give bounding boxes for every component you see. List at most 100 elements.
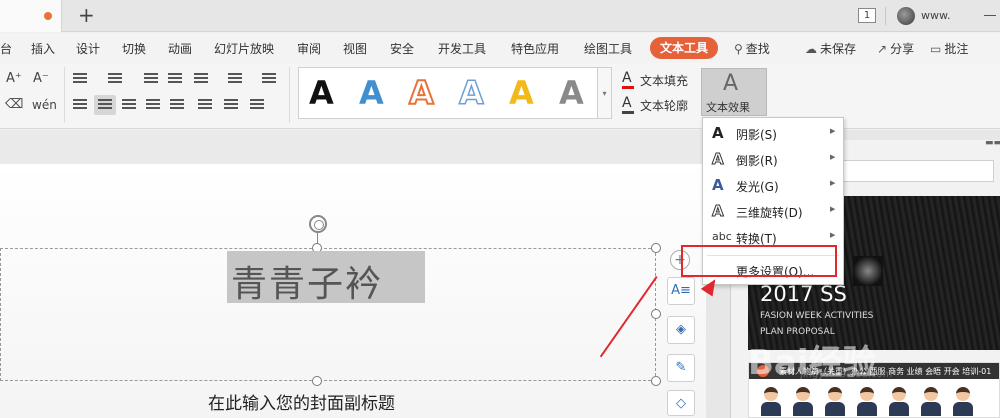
avatar[interactable] [897, 7, 915, 25]
resize-handle[interactable] [651, 309, 661, 319]
menu-item-insert[interactable]: 插入 [31, 40, 55, 57]
menu-item-slideshow[interactable]: 幻灯片放映 [214, 40, 274, 57]
menu-item-view[interactable]: 视图 [343, 40, 367, 57]
text-fill-icon[interactable]: A [622, 70, 634, 89]
menu-item-reflection[interactable]: A 倒影(R) ▶ [703, 146, 843, 172]
align-left-icon[interactable] [73, 99, 87, 111]
menu-item-drawing-tools[interactable]: 绘图工具 [584, 40, 632, 57]
resize-handle[interactable] [651, 376, 661, 386]
title-divider [885, 7, 886, 25]
search-icon: ⚲ [734, 42, 743, 56]
menu-item-glow[interactable]: A 发光(G) ▶ [703, 172, 843, 198]
text-outline-icon[interactable]: A [622, 95, 634, 114]
ribbon-toolbar: A⁺ A⁻ ⌫ wén A A A A A A ▾ A 文本填充 A 文本轮廓 [0, 63, 1000, 129]
glow-icon: A [712, 176, 724, 194]
menu-item-animation[interactable]: 动画 [168, 40, 192, 57]
text-direction-icon[interactable] [194, 73, 208, 85]
bullet-list-icon[interactable] [73, 73, 87, 85]
comment-label: 批注 [944, 42, 969, 56]
menu-bar: 台 插入 设计 切换 动画 幻灯片放映 审阅 视图 安全 开发工具 特色应用 绘… [0, 33, 1000, 63]
user-name[interactable]: www. [921, 9, 950, 22]
style-blue-a[interactable]: A [359, 74, 384, 112]
search-button[interactable]: ⚲ 查找 [734, 40, 770, 57]
phonetic-icon[interactable]: wén [32, 97, 57, 113]
text-effect-button[interactable]: A 文本效果 [701, 68, 767, 116]
menu-item-3d-rotation[interactable]: A 三维旋转(D) ▶ [703, 198, 843, 224]
menu-item-transition[interactable]: 切换 [122, 40, 146, 57]
thumbnail-subtitle: FASION WEEK ACTIVITIES [760, 311, 874, 321]
document-tab[interactable] [0, 0, 62, 32]
unsaved-button[interactable]: ☁ 未保存 [805, 40, 856, 57]
panel-collapse-icon[interactable]: ▬▬ [985, 138, 1000, 148]
person-illustration [889, 387, 909, 417]
unsaved-label: 未保存 [820, 42, 857, 56]
indent-icon[interactable] [168, 73, 182, 85]
shadow-icon: A [712, 124, 724, 142]
menu-item-review[interactable]: 审阅 [297, 40, 321, 57]
eraser-icon[interactable]: ⌫ [5, 97, 23, 113]
style-gold-a[interactable]: A [509, 74, 534, 112]
text-style-icon[interactable]: A≡ [667, 277, 695, 305]
person-illustration [793, 387, 813, 417]
layers-icon[interactable]: ◈ [667, 316, 695, 344]
line-spacing-icon[interactable] [262, 73, 276, 85]
menu-item-security[interactable]: 安全 [390, 40, 414, 57]
menu-item-home[interactable]: 台 [0, 40, 12, 57]
number-list-icon[interactable] [108, 73, 122, 85]
letter-spacing-icon[interactable] [250, 99, 264, 111]
comment-button[interactable]: ▭ 批注 [930, 40, 968, 57]
rotate-handle[interactable] [309, 215, 327, 233]
style-gray-a[interactable]: A [559, 74, 584, 112]
comment-icon: ▭ [930, 42, 942, 56]
font-shrink-button[interactable]: A⁻ [33, 71, 49, 87]
font-grow-button[interactable]: A⁺ [6, 71, 22, 87]
distribute-icon[interactable] [170, 99, 184, 111]
watermark-url: jingyan.baidu.com [800, 369, 893, 380]
menu-item-dev-tools[interactable]: 开发工具 [438, 40, 486, 57]
style-blue-outline-a[interactable]: A [458, 73, 484, 113]
gallery-scroll-button[interactable]: ▾ [598, 67, 612, 119]
window-count-badge[interactable]: 1 [858, 8, 876, 23]
cloud-icon: ☁ [805, 42, 817, 56]
resize-handle[interactable] [651, 243, 661, 253]
search-label: 查找 [745, 42, 770, 56]
resize-handle[interactable] [312, 376, 322, 386]
thumbnail-spotlight [853, 256, 883, 286]
person-illustration [857, 387, 877, 417]
minimize-icon[interactable] [984, 15, 996, 16]
menu-item-shadow[interactable]: A 阴影(S) ▶ [703, 120, 843, 146]
brush-icon[interactable]: ✎ [667, 354, 695, 382]
share-icon: ↗ [877, 42, 888, 56]
shape-fill-icon[interactable]: ◇ [667, 390, 695, 416]
person-illustration [953, 387, 973, 417]
reflection-icon: A [712, 150, 725, 169]
menu-item-text-tools[interactable]: 文本工具 [650, 37, 718, 59]
align-right-icon[interactable] [122, 99, 136, 111]
style-black-a[interactable]: A [309, 74, 334, 112]
columns-icon[interactable] [228, 73, 242, 85]
align-center-icon[interactable] [98, 99, 112, 111]
menu-item-label: 倒影(R) [736, 154, 778, 168]
menu-item-design[interactable]: 设计 [76, 40, 100, 57]
slide-title[interactable]: 青青子衿 [231, 255, 383, 307]
submenu-arrow-icon: ▶ [830, 127, 836, 135]
menu-item-label: 发光(G) [736, 180, 779, 194]
text-fill-button[interactable]: 文本填充 [640, 72, 688, 89]
new-tab-button[interactable]: + [78, 4, 95, 26]
style-orange-outline-a[interactable]: A [408, 73, 435, 113]
outdent-icon[interactable] [144, 73, 158, 85]
highlight-box [681, 245, 837, 277]
slide-subtitle[interactable]: 在此输入您的封面副标题 [208, 389, 395, 414]
paragraph-spacing-icon[interactable] [198, 99, 212, 111]
menu-item-label: 阴影(S) [736, 128, 777, 142]
justify-icon[interactable] [146, 99, 160, 111]
share-button[interactable]: ↗ 分享 [877, 40, 914, 57]
text-effect-icon: A [723, 71, 739, 96]
menu-item-features[interactable]: 特色应用 [511, 40, 559, 57]
text-outline-button[interactable]: 文本轮廓 [640, 97, 688, 114]
subtoolbar [0, 130, 730, 164]
person-illustration [761, 387, 781, 417]
submenu-arrow-icon: ▶ [830, 179, 836, 187]
unsaved-dot-icon [44, 12, 52, 20]
vertical-align-icon[interactable] [224, 99, 238, 111]
